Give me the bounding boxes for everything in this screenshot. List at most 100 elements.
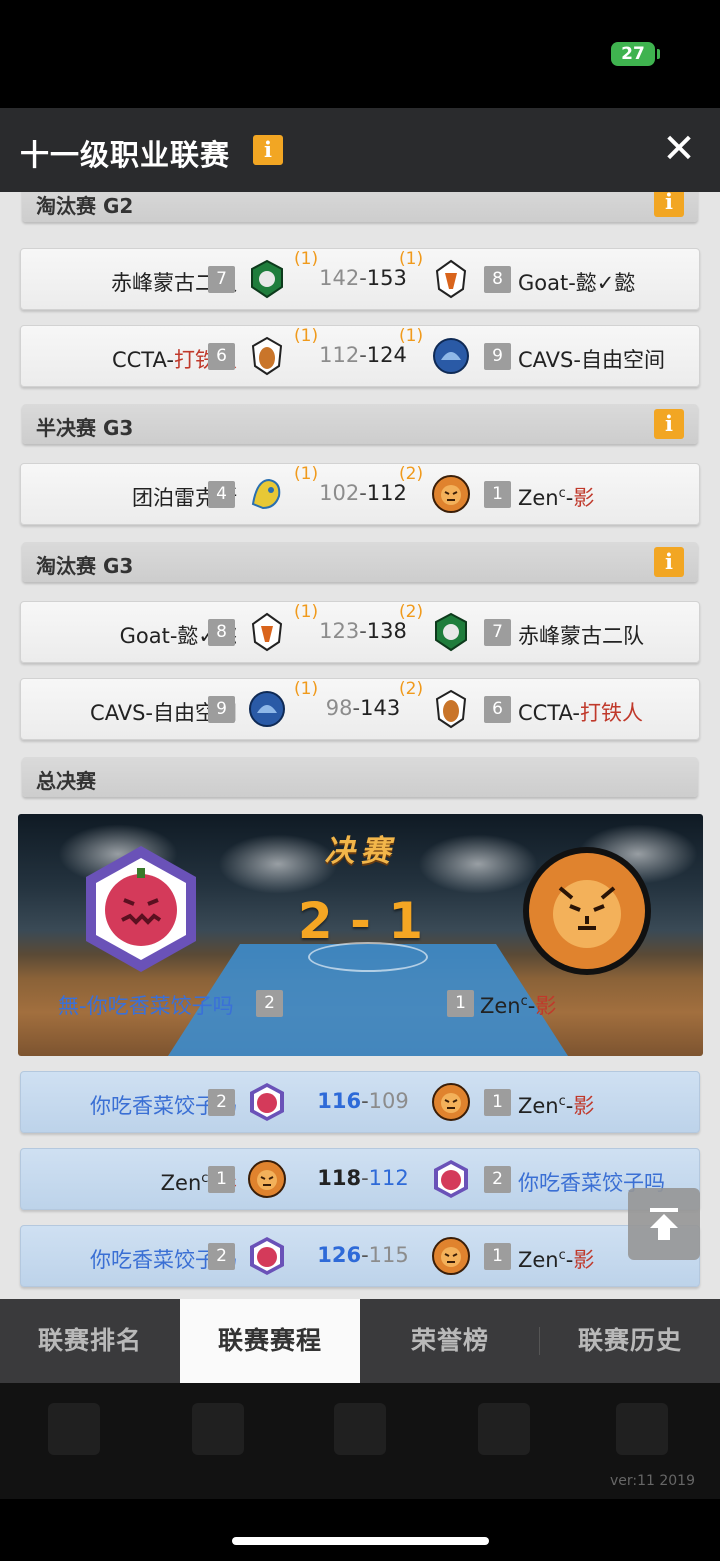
blurred-icon — [616, 1403, 668, 1455]
home-indicator[interactable] — [232, 1537, 489, 1545]
match-score: 116-109 — [317, 1089, 409, 1113]
section-label: 淘汰赛 G2 — [36, 194, 134, 218]
background-nav: ver:11 2019 — [0, 1383, 720, 1499]
arrow-up-icon — [650, 1208, 678, 1240]
right-team-name: 赤峰蒙古二队 — [518, 624, 644, 648]
team-logo-icon — [432, 475, 470, 513]
match-row[interactable]: 团泊雷克斯 4 (1) 102-112 (2) 1 Zenc-影 — [20, 463, 700, 525]
section-label: 半决赛 G3 — [36, 416, 134, 440]
finals-right-team: Zenc-影 — [480, 994, 557, 1018]
right-team-name: CCTA-打铁人 — [518, 701, 644, 725]
left-seed-badge: 1 — [208, 1166, 235, 1193]
right-seed-badge: 1 — [484, 1243, 511, 1270]
bottom-tab-bar: 联赛排名 联赛赛程 荣誉榜 联赛历史 — [0, 1299, 720, 1383]
tab-history[interactable]: 联赛历史 — [540, 1299, 720, 1383]
right-seed-badge: 9 — [484, 343, 511, 370]
match-score: 142-153 — [319, 266, 407, 290]
right-team-name: Zenc-影 — [518, 486, 595, 510]
pumpkin-team-logo-icon — [434, 1160, 468, 1198]
close-button[interactable]: ✕ — [660, 129, 698, 169]
section-header-finals: 总决赛 — [22, 757, 698, 797]
tiger-team-logo-icon — [432, 1237, 470, 1275]
schedule-content: 淘汰赛 G2 i 赤峰蒙古二队 7 (1) 142-153 (1) 8 Goat… — [0, 192, 720, 1299]
team-logo-icon — [249, 691, 285, 727]
blurred-icon — [334, 1403, 386, 1455]
tiger-team-logo-icon[interactable] — [520, 844, 654, 978]
tab-standings[interactable]: 联赛排名 — [0, 1299, 180, 1383]
section-header-elim-g2: 淘汰赛 G2 i — [22, 192, 698, 222]
right-games-won: (1) — [399, 249, 424, 269]
blurred-icon — [192, 1403, 244, 1455]
finals-banner[interactable]: 决赛 2 - 1 無-你吃香菜饺子吗 2 1 Zenc-影 — [18, 814, 703, 1056]
team-logo-icon — [435, 689, 467, 729]
section-header-elim-g3: 淘汰赛 G3 i — [22, 542, 698, 582]
match-score: 123-138 — [319, 619, 407, 643]
tiger-team-logo-icon — [432, 1083, 470, 1121]
team-logo-icon — [251, 336, 283, 376]
match-score: 102-112 — [319, 481, 407, 505]
right-team-name: Goat-懿✓懿 — [518, 271, 636, 295]
battery-tip — [657, 49, 660, 59]
header: 十一级职业联赛 i ✕ — [0, 108, 720, 192]
section-label: 总决赛 — [36, 769, 96, 793]
match-score: 112-124 — [319, 343, 407, 367]
team-logo-icon — [251, 612, 283, 652]
match-score: 126-115 — [317, 1243, 409, 1267]
match-row[interactable]: Goat-懿✓懿 8 (1) 123-138 (2) 7 赤峰蒙古二队 — [20, 601, 700, 663]
finals-left-seed: 2 — [256, 990, 283, 1017]
right-games-won: (2) — [399, 679, 424, 699]
pumpkin-team-logo-icon[interactable] — [76, 844, 206, 974]
right-team-name: Zenc-影 — [518, 1094, 595, 1118]
left-seed-badge: 2 — [208, 1243, 235, 1270]
right-seed-badge: 6 — [484, 696, 511, 723]
left-seed-badge: 6 — [208, 343, 235, 370]
left-seed-badge: 4 — [208, 481, 235, 508]
right-team-name: Zenc-影 — [518, 1248, 595, 1272]
team-logo-icon — [251, 478, 281, 510]
tab-schedule[interactable]: 联赛赛程 — [180, 1299, 360, 1383]
match-row[interactable]: CCTA-打铁人 6 (1) 112-124 (1) 9 CAVS-自由空间 — [20, 325, 700, 387]
left-seed-badge: 7 — [208, 266, 235, 293]
team-logo-icon — [435, 259, 467, 299]
right-seed-badge: 1 — [484, 481, 511, 508]
pumpkin-team-logo-icon — [250, 1083, 284, 1121]
team-logo-icon — [433, 338, 469, 374]
right-seed-badge: 7 — [484, 619, 511, 646]
app-root: 27 十一级职业联赛 i ✕ 淘汰赛 G2 i 赤峰蒙古二队 7 (1) 142… — [0, 0, 720, 1561]
team-logo-icon — [251, 259, 283, 299]
left-seed-badge: 8 — [208, 619, 235, 646]
right-games-won: (2) — [399, 602, 424, 622]
tiger-team-logo-icon — [248, 1160, 286, 1198]
match-row[interactable]: CAVS-自由空间 9 (1) 98-143 (2) 6 CCTA-打铁人 — [20, 678, 700, 740]
right-seed-badge: 2 — [484, 1166, 511, 1193]
finals-game-row[interactable]: 你吃香菜饺子吗 2 126-115 1 Zenc-影 — [20, 1225, 700, 1287]
right-games-won: (2) — [399, 464, 424, 484]
left-seed-badge: 2 — [208, 1089, 235, 1116]
match-score: 98-143 — [325, 696, 401, 720]
version-label: ver:11 2019 — [609, 1473, 695, 1489]
finals-left-team: 無-你吃香菜饺子吗 — [58, 994, 234, 1018]
section-label: 淘汰赛 G3 — [36, 554, 134, 578]
info-icon[interactable]: i — [654, 547, 684, 577]
finals-game-row[interactable]: 你吃香菜饺子吗 2 116-109 1 Zenc-影 — [20, 1071, 700, 1133]
battery-indicator: 27 — [611, 42, 655, 66]
scroll-to-top-button[interactable] — [628, 1188, 700, 1260]
finals-game-row[interactable]: Zenc-影 1 118-112 2 你吃香菜饺子吗 — [20, 1148, 700, 1210]
info-icon[interactable]: i — [253, 135, 283, 165]
blurred-icon — [48, 1403, 100, 1455]
right-seed-badge: 1 — [484, 1089, 511, 1116]
left-seed-badge: 9 — [208, 696, 235, 723]
blurred-icon — [478, 1403, 530, 1455]
match-row[interactable]: 赤峰蒙古二队 7 (1) 142-153 (1) 8 Goat-懿✓懿 — [20, 248, 700, 310]
info-icon[interactable]: i — [654, 192, 684, 217]
match-score: 118-112 — [317, 1166, 409, 1190]
tab-honor-roll[interactable]: 荣誉榜 — [360, 1299, 540, 1383]
section-header-semi-g3: 半决赛 G3 i — [22, 404, 698, 444]
right-games-won: (1) — [399, 326, 424, 346]
info-icon[interactable]: i — [654, 409, 684, 439]
finals-right-seed: 1 — [447, 990, 474, 1017]
right-seed-badge: 8 — [484, 266, 511, 293]
pumpkin-team-logo-icon — [250, 1237, 284, 1275]
page-title: 十一级职业联赛 — [20, 138, 231, 172]
team-logo-icon — [435, 612, 467, 652]
